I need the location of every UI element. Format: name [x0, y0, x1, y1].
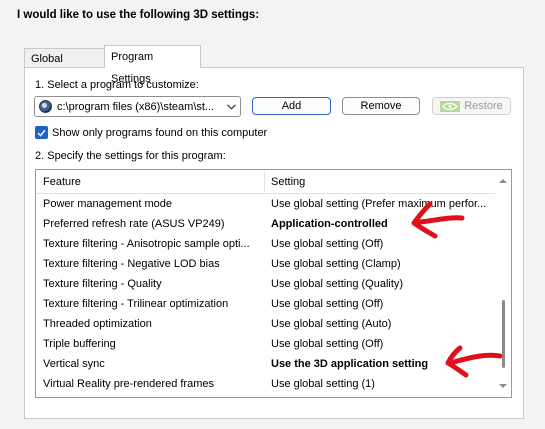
tab-global-settings[interactable]: Global Settings	[24, 48, 105, 85]
checkmark-icon	[37, 129, 46, 137]
add-button[interactable]: Add	[252, 97, 331, 115]
settings-row[interactable]: Texture filtering - Negative LOD bias Us…	[36, 255, 495, 275]
setting-cell[interactable]: Use global setting (Quality)	[271, 278, 491, 290]
restore-button-label: Restore	[464, 100, 503, 112]
feature-cell: Triple buffering	[43, 338, 116, 350]
column-header-feature[interactable]: Feature	[43, 176, 81, 188]
setting-cell[interactable]: Use global setting (Off)	[271, 298, 491, 310]
restore-button[interactable]: Restore	[432, 97, 511, 115]
setting-cell[interactable]: Use global setting (Clamp)	[271, 258, 491, 270]
feature-cell: Texture filtering - Anisotropic sample o…	[43, 238, 250, 250]
feature-cell: Virtual Reality pre-rendered frames	[43, 378, 214, 390]
settings-row[interactable]: Vertical sync Use the 3D application set…	[36, 355, 495, 375]
nvidia-logo-icon	[440, 100, 461, 112]
chevron-down-icon[interactable]	[222, 97, 240, 116]
feature-cell: Threaded optimization	[43, 318, 152, 330]
setting-cell[interactable]: Use global setting (Auto)	[271, 318, 491, 330]
remove-button[interactable]: Remove	[342, 97, 420, 115]
setting-cell[interactable]: Use global setting (1)	[271, 378, 491, 390]
program-select-value: c:\program files (x86)\steam\st...	[57, 100, 215, 113]
settings-row[interactable]: Threaded optimization Use global setting…	[36, 315, 495, 335]
red-arrow-annotation-vertical-sync	[445, 345, 503, 378]
red-arrow-annotation-refresh-rate	[411, 201, 465, 239]
settings-row[interactable]: Texture filtering - Quality Use global s…	[36, 275, 495, 295]
scroll-up-icon[interactable]	[499, 178, 507, 184]
tab-program-settings[interactable]: Program Settings	[104, 45, 201, 85]
column-header-setting[interactable]: Setting	[271, 176, 305, 188]
steam-program-icon	[39, 100, 52, 113]
column-divider[interactable]	[264, 172, 265, 192]
settings-row[interactable]: Texture filtering - Trilinear optimizati…	[36, 295, 495, 315]
show-only-found-checkbox[interactable]	[35, 126, 48, 139]
feature-cell: Power management mode	[43, 198, 173, 210]
feature-cell: Vertical sync	[43, 358, 105, 370]
page-heading: I would like to use the following 3D set…	[17, 9, 260, 21]
feature-cell: Preferred refresh rate (ASUS VP249)	[43, 218, 225, 230]
settings-row[interactable]: Triple buffering Use global setting (Off…	[36, 335, 495, 355]
settings-row[interactable]: Virtual Reality pre-rendered frames Use …	[36, 375, 495, 395]
show-only-found-label[interactable]: Show only programs found on this compute…	[52, 127, 267, 139]
specify-settings-label: 2. Specify the settings for this program…	[35, 150, 226, 162]
feature-cell: Texture filtering - Negative LOD bias	[43, 258, 220, 270]
program-select[interactable]: c:\program files (x86)\steam\st...	[34, 96, 241, 117]
scroll-down-icon[interactable]	[499, 383, 507, 389]
feature-cell: Texture filtering - Quality	[43, 278, 162, 290]
feature-cell: Texture filtering - Trilinear optimizati…	[43, 298, 229, 310]
settings-list-header: Feature Setting	[36, 170, 495, 194]
